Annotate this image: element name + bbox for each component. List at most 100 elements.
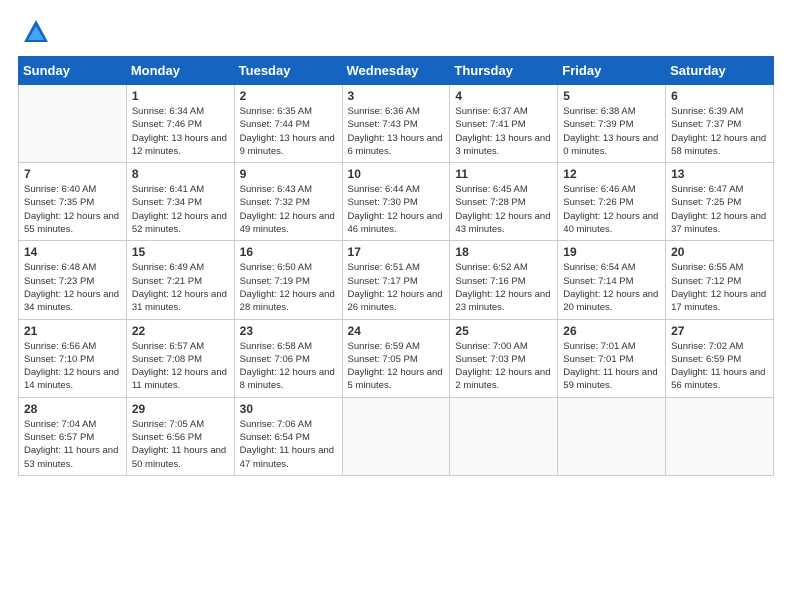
calendar-cell: 10 Sunrise: 6:44 AMSunset: 7:30 PMDayligh…	[342, 163, 450, 241]
day-number: 19	[563, 245, 660, 259]
day-info: Sunrise: 6:46 AMSunset: 7:26 PMDaylight:…	[563, 183, 660, 236]
day-number: 27	[671, 324, 768, 338]
day-info: Sunrise: 7:05 AMSunset: 6:56 PMDaylight:…	[132, 418, 229, 471]
calendar-cell: 8 Sunrise: 6:41 AMSunset: 7:34 PMDaylight…	[126, 163, 234, 241]
day-info: Sunrise: 6:56 AMSunset: 7:10 PMDaylight:…	[24, 340, 121, 393]
logo-icon	[22, 18, 50, 46]
day-number: 3	[348, 89, 445, 103]
day-info: Sunrise: 6:47 AMSunset: 7:25 PMDaylight:…	[671, 183, 768, 236]
day-number: 8	[132, 167, 229, 181]
calendar-week-row: 14 Sunrise: 6:48 AMSunset: 7:23 PMDayligh…	[19, 241, 774, 319]
calendar-week-row: 28 Sunrise: 7:04 AMSunset: 6:57 PMDayligh…	[19, 397, 774, 475]
day-number: 30	[240, 402, 337, 416]
calendar-cell: 27 Sunrise: 7:02 AMSunset: 6:59 PMDayligh…	[666, 319, 774, 397]
day-number: 22	[132, 324, 229, 338]
day-info: Sunrise: 6:59 AMSunset: 7:05 PMDaylight:…	[348, 340, 445, 393]
calendar-cell: 29 Sunrise: 7:05 AMSunset: 6:56 PMDayligh…	[126, 397, 234, 475]
calendar-cell: 5 Sunrise: 6:38 AMSunset: 7:39 PMDaylight…	[558, 85, 666, 163]
calendar-week-row: 1 Sunrise: 6:34 AMSunset: 7:46 PMDaylight…	[19, 85, 774, 163]
calendar-cell	[19, 85, 127, 163]
day-number: 1	[132, 89, 229, 103]
day-info: Sunrise: 6:58 AMSunset: 7:06 PMDaylight:…	[240, 340, 337, 393]
calendar-cell: 17Sunrise: 6:51 AMSunset: 7:17 PMDayligh…	[342, 241, 450, 319]
calendar-cell: 22 Sunrise: 6:57 AMSunset: 7:08 PMDayligh…	[126, 319, 234, 397]
calendar-cell: 28 Sunrise: 7:04 AMSunset: 6:57 PMDayligh…	[19, 397, 127, 475]
calendar-week-row: 7 Sunrise: 6:40 AMSunset: 7:35 PMDaylight…	[19, 163, 774, 241]
day-number: 28	[24, 402, 121, 416]
calendar-header-row: SundayMondayTuesdayWednesdayThursdayFrid…	[19, 57, 774, 85]
day-info: Sunrise: 7:06 AMSunset: 6:54 PMDaylight:…	[240, 418, 337, 471]
calendar-cell: 14 Sunrise: 6:48 AMSunset: 7:23 PMDayligh…	[19, 241, 127, 319]
calendar-header-thursday: Thursday	[450, 57, 558, 85]
calendar-cell: 24 Sunrise: 6:59 AMSunset: 7:05 PMDayligh…	[342, 319, 450, 397]
calendar: SundayMondayTuesdayWednesdayThursdayFrid…	[18, 56, 774, 476]
day-number: 13	[671, 167, 768, 181]
day-info: Sunrise: 6:45 AMSunset: 7:28 PMDaylight:…	[455, 183, 552, 236]
page: SundayMondayTuesdayWednesdayThursdayFrid…	[0, 0, 792, 612]
calendar-cell: 13 Sunrise: 6:47 AMSunset: 7:25 PMDayligh…	[666, 163, 774, 241]
calendar-header-wednesday: Wednesday	[342, 57, 450, 85]
day-info: Sunrise: 6:41 AMSunset: 7:34 PMDaylight:…	[132, 183, 229, 236]
day-info: Sunrise: 6:36 AMSunset: 7:43 PMDaylight:…	[348, 105, 445, 158]
calendar-cell: 16Sunrise: 6:50 AMSunset: 7:19 PMDayligh…	[234, 241, 342, 319]
calendar-cell: 3 Sunrise: 6:36 AMSunset: 7:43 PMDaylight…	[342, 85, 450, 163]
day-number: 10	[348, 167, 445, 181]
calendar-cell: 26 Sunrise: 7:01 AMSunset: 7:01 PMDayligh…	[558, 319, 666, 397]
calendar-cell: 19 Sunrise: 6:54 AMSunset: 7:14 PMDayligh…	[558, 241, 666, 319]
calendar-header-monday: Monday	[126, 57, 234, 85]
day-number: 9	[240, 167, 337, 181]
header	[18, 18, 774, 46]
day-number: 14	[24, 245, 121, 259]
day-info: Sunrise: 6:51 AMSunset: 7:17 PMDaylight:…	[348, 261, 445, 314]
calendar-cell: 25 Sunrise: 7:00 AMSunset: 7:03 PMDayligh…	[450, 319, 558, 397]
day-info: Sunrise: 6:40 AMSunset: 7:35 PMDaylight:…	[24, 183, 121, 236]
calendar-cell	[342, 397, 450, 475]
calendar-cell	[558, 397, 666, 475]
day-info: Sunrise: 7:04 AMSunset: 6:57 PMDaylight:…	[24, 418, 121, 471]
day-number: 21	[24, 324, 121, 338]
day-info: Sunrise: 6:38 AMSunset: 7:39 PMDaylight:…	[563, 105, 660, 158]
day-number: 11	[455, 167, 552, 181]
day-number: 5	[563, 89, 660, 103]
day-number: 12	[563, 167, 660, 181]
calendar-cell: 23 Sunrise: 6:58 AMSunset: 7:06 PMDayligh…	[234, 319, 342, 397]
day-info: Sunrise: 7:02 AMSunset: 6:59 PMDaylight:…	[671, 340, 768, 393]
calendar-cell: 12 Sunrise: 6:46 AMSunset: 7:26 PMDayligh…	[558, 163, 666, 241]
calendar-cell	[666, 397, 774, 475]
calendar-header-tuesday: Tuesday	[234, 57, 342, 85]
day-info: Sunrise: 6:44 AMSunset: 7:30 PMDaylight:…	[348, 183, 445, 236]
calendar-cell: 18 Sunrise: 6:52 AMSunset: 7:16 PMDayligh…	[450, 241, 558, 319]
day-info: Sunrise: 6:54 AMSunset: 7:14 PMDaylight:…	[563, 261, 660, 314]
calendar-cell: 11 Sunrise: 6:45 AMSunset: 7:28 PMDayligh…	[450, 163, 558, 241]
calendar-cell: 9 Sunrise: 6:43 AMSunset: 7:32 PMDaylight…	[234, 163, 342, 241]
day-number: 26	[563, 324, 660, 338]
day-info: Sunrise: 6:55 AMSunset: 7:12 PMDaylight:…	[671, 261, 768, 314]
day-info: Sunrise: 6:35 AMSunset: 7:44 PMDaylight:…	[240, 105, 337, 158]
day-number: 24	[348, 324, 445, 338]
day-info: Sunrise: 7:00 AMSunset: 7:03 PMDaylight:…	[455, 340, 552, 393]
day-info: Sunrise: 6:39 AMSunset: 7:37 PMDaylight:…	[671, 105, 768, 158]
calendar-header-friday: Friday	[558, 57, 666, 85]
day-number: 25	[455, 324, 552, 338]
day-number: 29	[132, 402, 229, 416]
day-info: Sunrise: 6:57 AMSunset: 7:08 PMDaylight:…	[132, 340, 229, 393]
day-number: 7	[24, 167, 121, 181]
day-info: Sunrise: 7:01 AMSunset: 7:01 PMDaylight:…	[563, 340, 660, 393]
calendar-cell: 15Sunrise: 6:49 AMSunset: 7:21 PMDayligh…	[126, 241, 234, 319]
calendar-cell: 4Sunrise: 6:37 AMSunset: 7:41 PMDaylight…	[450, 85, 558, 163]
day-info: Sunrise: 6:37 AMSunset: 7:41 PMDaylight:…	[455, 105, 552, 158]
day-info: Sunrise: 6:50 AMSunset: 7:19 PMDaylight:…	[240, 261, 337, 314]
day-number: 18	[455, 245, 552, 259]
calendar-cell: 21 Sunrise: 6:56 AMSunset: 7:10 PMDayligh…	[19, 319, 127, 397]
day-info: Sunrise: 6:34 AMSunset: 7:46 PMDaylight:…	[132, 105, 229, 158]
day-number: 23	[240, 324, 337, 338]
day-info: Sunrise: 6:43 AMSunset: 7:32 PMDaylight:…	[240, 183, 337, 236]
calendar-header-sunday: Sunday	[19, 57, 127, 85]
calendar-cell: 1 Sunrise: 6:34 AMSunset: 7:46 PMDaylight…	[126, 85, 234, 163]
calendar-week-row: 21 Sunrise: 6:56 AMSunset: 7:10 PMDayligh…	[19, 319, 774, 397]
day-number: 6	[671, 89, 768, 103]
calendar-cell	[450, 397, 558, 475]
day-info: Sunrise: 6:52 AMSunset: 7:16 PMDaylight:…	[455, 261, 552, 314]
day-info: Sunrise: 6:48 AMSunset: 7:23 PMDaylight:…	[24, 261, 121, 314]
calendar-header-saturday: Saturday	[666, 57, 774, 85]
